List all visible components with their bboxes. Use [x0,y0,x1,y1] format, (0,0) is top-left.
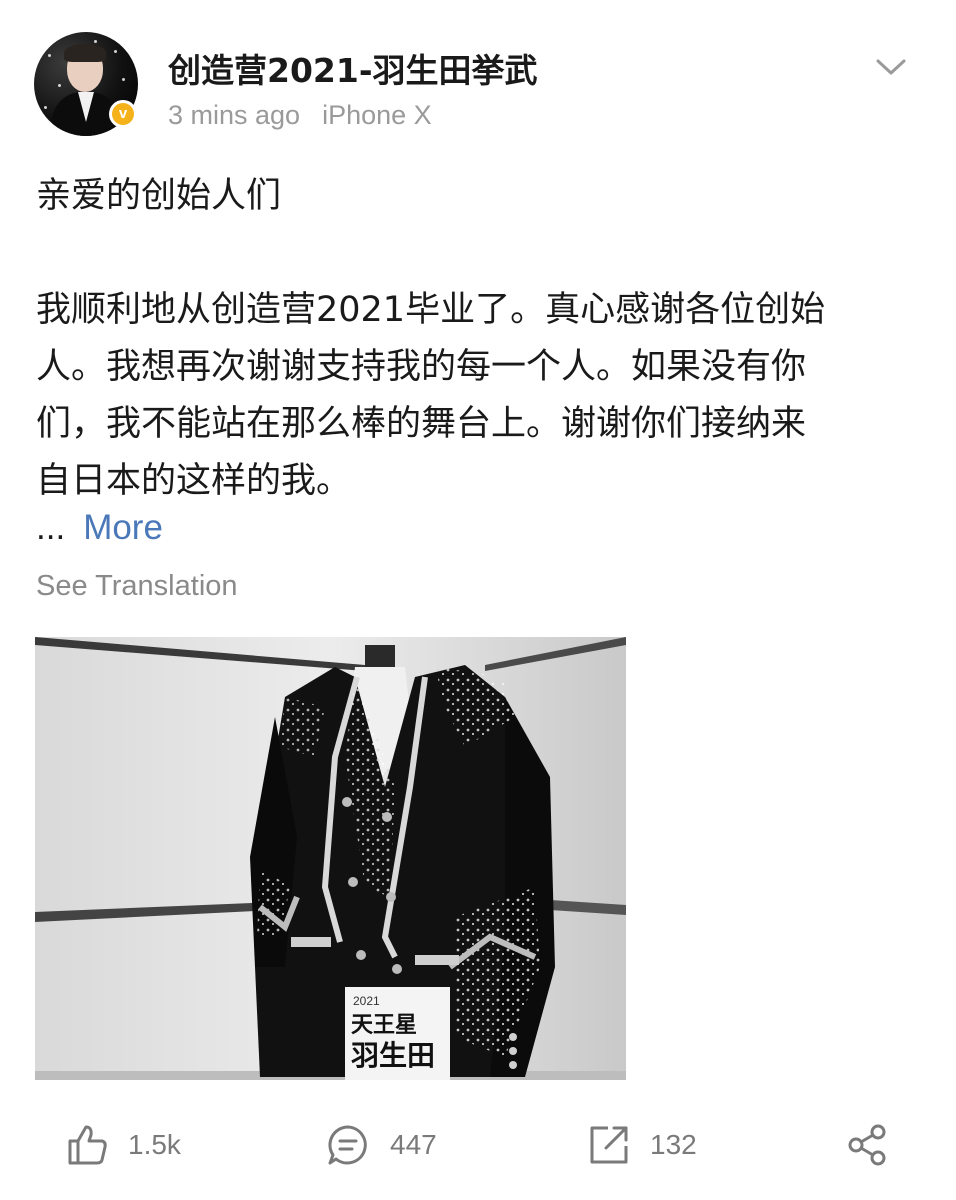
see-translation-link[interactable]: See Translation [36,570,238,603]
verified-badge-icon: v [109,100,137,128]
ellipsis: ... [36,508,66,547]
thumbs-up-icon [68,1125,107,1165]
jacket-photo: 2021 天王星 羽生田 [35,637,626,1080]
repost-button[interactable]: 132 [588,1122,697,1168]
more-line: ... More [36,508,163,548]
comment-count: 447 [390,1129,437,1160]
repost-icon [590,1126,628,1164]
like-count: 1.5k [128,1129,181,1160]
post-time: 3 mins ago [168,100,301,130]
share-button[interactable] [846,1122,890,1168]
post-line: 自日本的这样的我。 [36,461,352,501]
action-bar: 1.5k 447 132 [0,1110,956,1180]
repost-count: 132 [650,1129,697,1160]
post-line: 人。我想再次谢谢支持我的每一个人。如果没有你 [36,347,807,387]
post-image[interactable]: 2021 天王星 羽生田 [35,637,626,1080]
chevron-down-icon[interactable] [874,55,908,79]
share-icon [848,1124,886,1166]
badge-line1: 天王星 [351,1013,417,1038]
badge-year: 2021 [353,994,380,1008]
post-paragraph: 亲爱的创始人们 [36,176,282,216]
post-line: 我顺利地从创造营2021毕业了。真心感谢各位创始 [36,290,826,330]
comment-button[interactable]: 447 [326,1122,437,1168]
more-link[interactable]: More [83,508,163,547]
post-header: v 创造营2021-羽生田挙武 3 mins ago iPhone X [0,0,956,150]
like-button[interactable]: 1.5k [66,1122,181,1168]
post-line: 们，我不能站在那么棒的舞台上。谢谢你们接纳来 [36,404,807,444]
post-body: 亲爱的创始人们 我顺利地从创造营2021毕业了。真心感谢各位创始 人。我想再次谢… [36,168,926,510]
badge-line2: 羽生田 [351,1039,435,1072]
post-meta: 3 mins ago iPhone X [168,100,432,131]
comment-icon [328,1125,367,1165]
post-device: iPhone X [322,100,432,130]
author-name[interactable]: 创造营2021-羽生田挙武 [168,44,538,92]
